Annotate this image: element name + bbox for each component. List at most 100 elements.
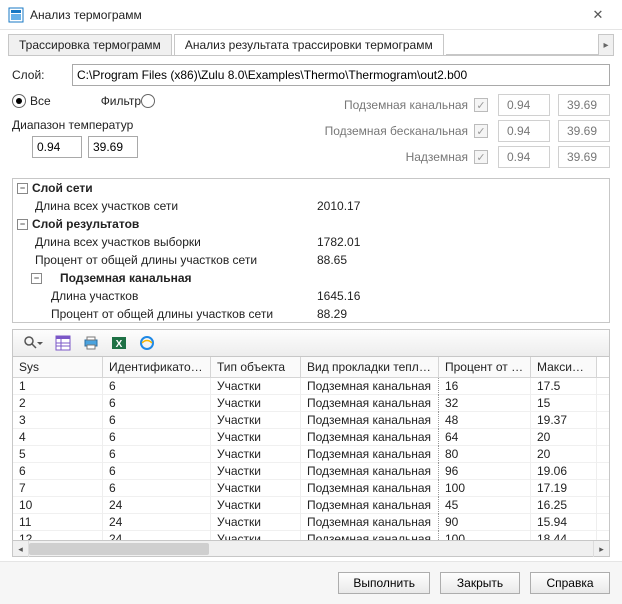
table-row[interactable]: 46УчасткиПодземная канальная6420: [13, 429, 609, 446]
table-cell: 12: [13, 531, 103, 540]
svg-text:X: X: [116, 339, 123, 350]
scroll-left-icon[interactable]: ◂: [13, 541, 29, 557]
table-row[interactable]: 16УчасткиПодземная канальная1617.5: [13, 378, 609, 395]
scroll-thumb[interactable]: [29, 543, 209, 555]
help-button[interactable]: Справка: [530, 572, 610, 594]
filter-row-v1-1: 0.94: [498, 120, 550, 142]
tab-overflow-button[interactable]: ▸: [598, 34, 614, 55]
horizontal-scrollbar[interactable]: ◂ ▸: [12, 541, 610, 557]
filter-radio-group[interactable]: Фильтр: [101, 94, 159, 108]
table-cell: 19.06: [531, 463, 597, 480]
filter-row-label-2: Надземная: [406, 150, 468, 164]
table-cell: 5: [13, 446, 103, 463]
table-row[interactable]: 76УчасткиПодземная канальная10017.19: [13, 480, 609, 497]
table-row[interactable]: 1124УчасткиПодземная канальная9015.94: [13, 514, 609, 531]
table-cell: 6: [103, 463, 211, 480]
collapse-icon[interactable]: −: [31, 273, 42, 284]
close-dialog-button[interactable]: Закрыть: [440, 572, 520, 594]
filter-radio[interactable]: [141, 94, 155, 108]
th-max[interactable]: Максима ▲: [531, 357, 597, 377]
table-cell: Участки: [211, 531, 301, 540]
table-cell: Участки: [211, 497, 301, 514]
table-cell: 32: [439, 395, 531, 412]
table-cell: Подземная канальная: [301, 480, 439, 497]
table-cell: 15: [531, 395, 597, 412]
table-cell: 64: [439, 429, 531, 446]
table-cell: Участки: [211, 463, 301, 480]
close-button[interactable]: ✕: [582, 7, 614, 23]
layer-path-input[interactable]: [72, 64, 610, 86]
table-cell: 90: [439, 514, 531, 531]
window-title: Анализ термограмм: [30, 8, 582, 22]
table-cell: Подземная канальная: [301, 531, 439, 540]
filter-row-v2-1: 39.69: [558, 120, 610, 142]
temp-range-label: Диапазон температур: [12, 118, 133, 132]
table-cell: Подземная канальная: [301, 446, 439, 463]
print-icon[interactable]: [81, 333, 101, 353]
table-toolbar: X: [12, 329, 610, 357]
collapse-icon[interactable]: −: [17, 219, 28, 230]
property-grid[interactable]: −Слой сети Длина всех участков сети2010.…: [12, 178, 610, 323]
tab-trace[interactable]: Трассировка термограмм: [8, 34, 172, 55]
table-row[interactable]: 36УчасткиПодземная канальная4819.37: [13, 412, 609, 429]
layer-row: Слой:: [12, 64, 610, 86]
table-row[interactable]: 66УчасткиПодземная канальная9619.06: [13, 463, 609, 480]
filter-row-label-1: Подземная бесканальная: [325, 124, 468, 138]
search-icon[interactable]: [17, 333, 45, 353]
prop-key: Процент от общей длины участков сети: [17, 253, 317, 267]
th-kind[interactable]: Вид прокладки тепловой ...: [301, 357, 439, 377]
table-cell: 100: [439, 480, 531, 497]
prop-val: 2010.17: [317, 199, 609, 213]
filter-row-check-1: [474, 124, 488, 138]
temp-min-input[interactable]: [32, 136, 82, 158]
scroll-right-icon[interactable]: ▸: [593, 541, 609, 557]
prop-key: Длина всех участков сети: [17, 199, 317, 213]
all-radio-label: Все: [30, 94, 51, 108]
table-cell: Подземная канальная: [301, 497, 439, 514]
table-cell: Подземная канальная: [301, 514, 439, 531]
all-radio[interactable]: [12, 94, 26, 108]
table-cell: 48: [439, 412, 531, 429]
table-row[interactable]: 1024УчасткиПодземная канальная4516.25: [13, 497, 609, 514]
excel-icon[interactable]: X: [109, 333, 129, 353]
filter-radio-label: Фильтр: [101, 94, 141, 108]
table-cell: 15.94: [531, 514, 597, 531]
table-cell: 2: [13, 395, 103, 412]
table-cell: Участки: [211, 514, 301, 531]
tabs: Трассировка термограмм Анализ результата…: [0, 30, 622, 55]
all-radio-group[interactable]: Все: [12, 94, 51, 108]
table-cell: Участки: [211, 412, 301, 429]
prop-val: 88.29: [317, 307, 609, 321]
table-cell: 7: [13, 480, 103, 497]
th-type[interactable]: Тип объекта: [211, 357, 301, 377]
th-percent[interactable]: Процент от нач...: [439, 357, 531, 377]
run-button[interactable]: Выполнить: [338, 572, 430, 594]
table-cell: 3: [13, 412, 103, 429]
table-cell: 24: [103, 497, 211, 514]
sort-asc-icon: ▲: [590, 360, 597, 374]
table-row[interactable]: 26УчасткиПодземная канальная3215: [13, 395, 609, 412]
table-cell: 16: [439, 378, 531, 395]
tab-analysis[interactable]: Анализ результата трассировки термограмм: [174, 34, 444, 55]
app-icon: [8, 7, 24, 23]
temp-max-input[interactable]: [88, 136, 138, 158]
table-row[interactable]: 56УчасткиПодземная канальная8020: [13, 446, 609, 463]
grid-icon[interactable]: [53, 333, 73, 353]
data-table[interactable]: Sys Идентификатор о... Тип объекта Вид п…: [12, 357, 610, 541]
table-cell: 17.19: [531, 480, 597, 497]
table-cell: Участки: [211, 446, 301, 463]
table-cell: 16.25: [531, 497, 597, 514]
th-sys[interactable]: Sys: [13, 357, 103, 377]
collapse-icon[interactable]: −: [17, 183, 28, 194]
ie-icon[interactable]: [137, 333, 157, 353]
prop-key: Процент от общей длины участков сети: [17, 307, 317, 321]
table-cell: 6: [103, 446, 211, 463]
table-cell: 6: [13, 463, 103, 480]
table-cell: 45: [439, 497, 531, 514]
prop-val: 1782.01: [317, 235, 609, 249]
th-id[interactable]: Идентификатор о...: [103, 357, 211, 377]
filter-row-v1-0: 0.94: [498, 94, 550, 116]
table-cell: 96: [439, 463, 531, 480]
title-bar: Анализ термограмм ✕: [0, 0, 622, 30]
table-row[interactable]: 1224УчасткиПодземная канальная10018.44: [13, 531, 609, 540]
